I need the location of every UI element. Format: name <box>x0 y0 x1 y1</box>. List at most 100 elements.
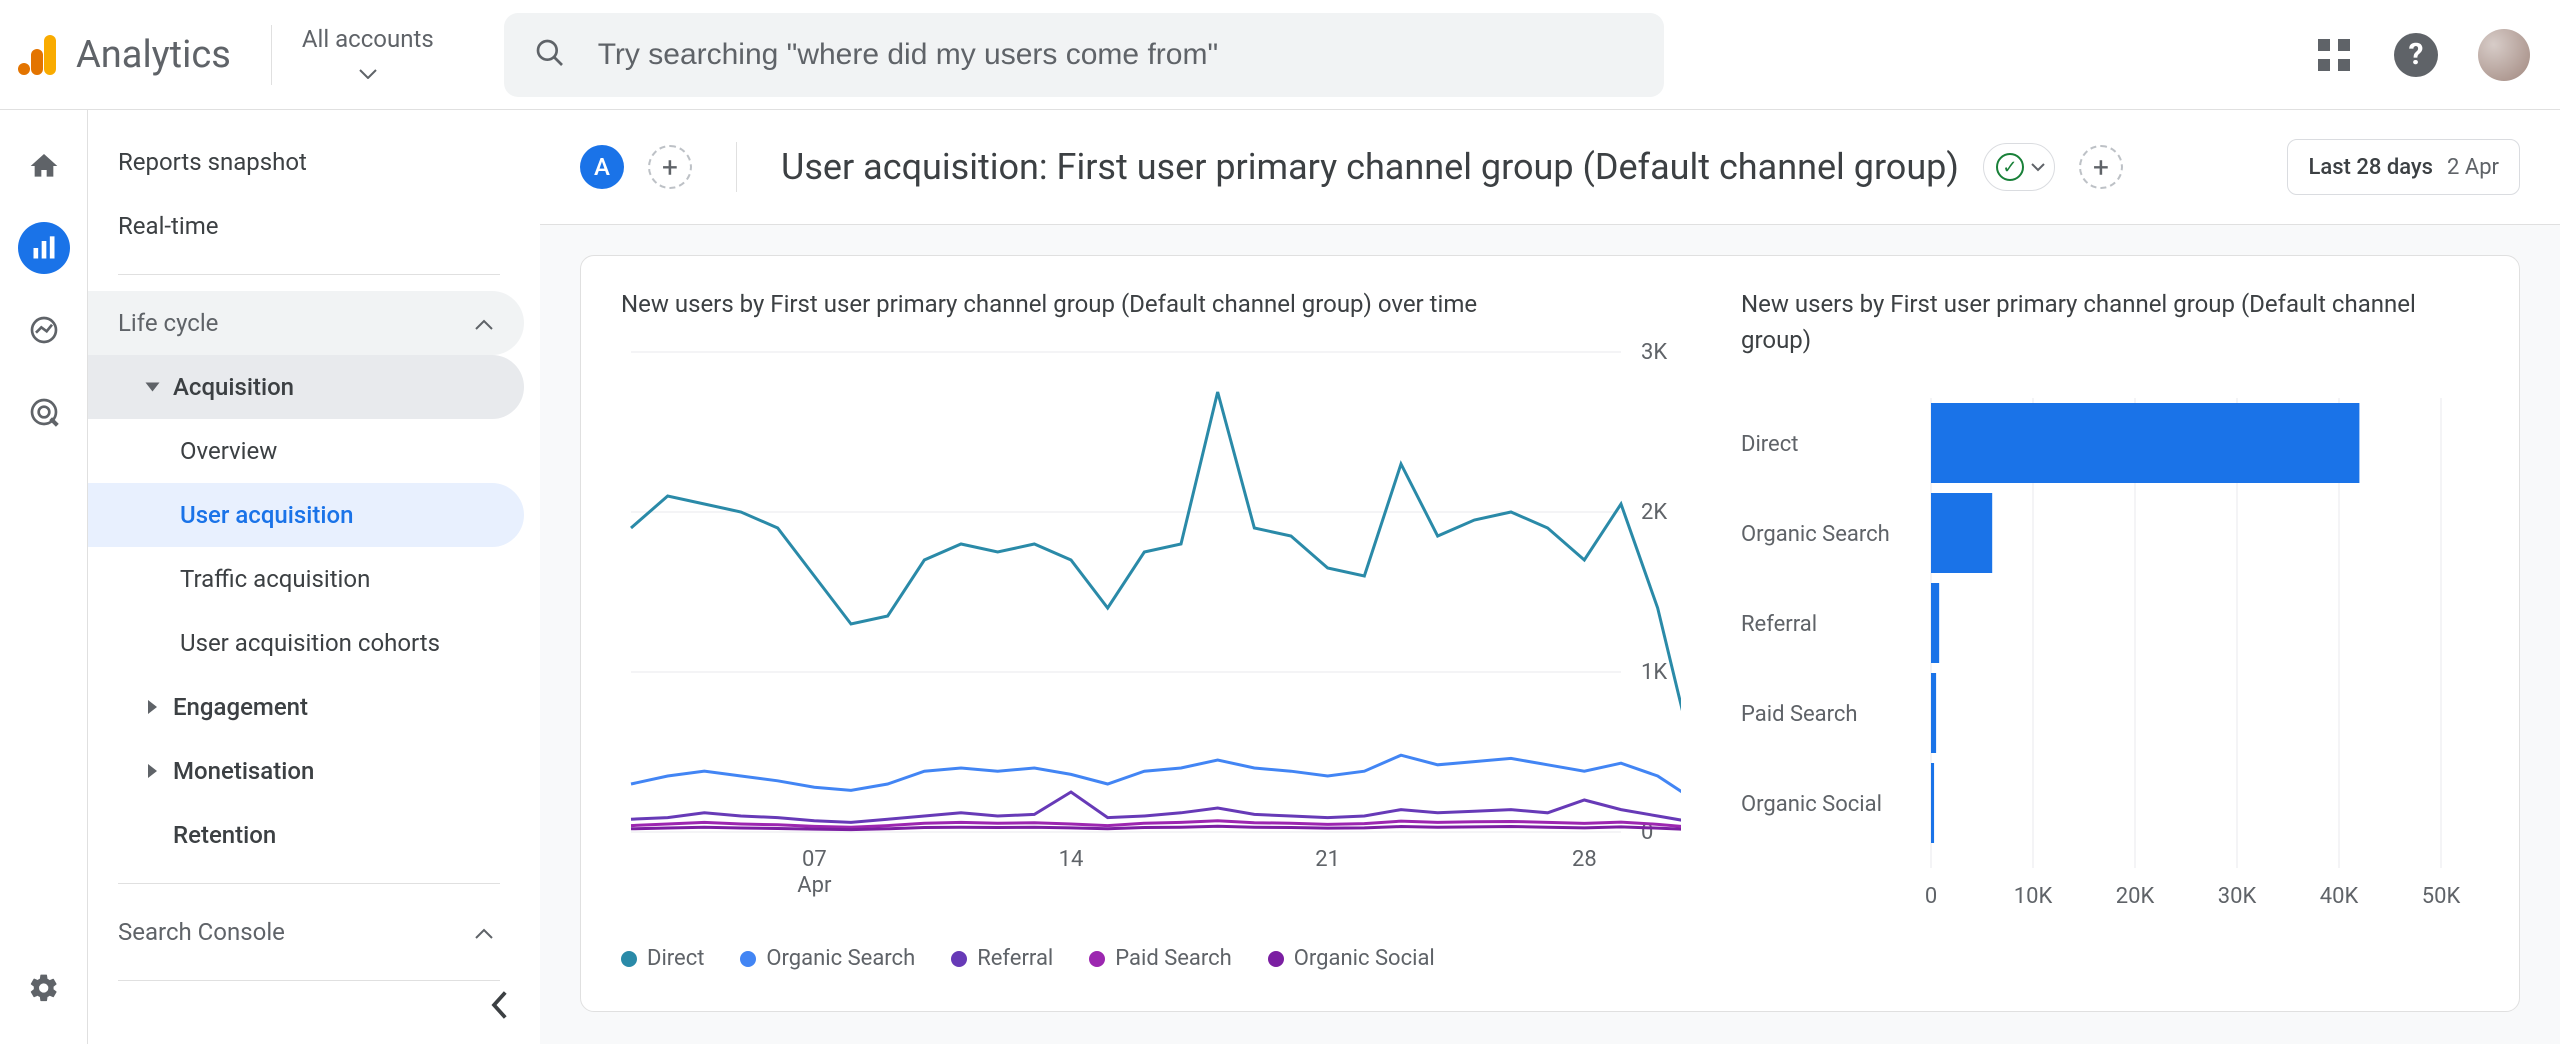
triangle-right-icon <box>148 764 157 778</box>
triangle-down-icon <box>146 383 160 392</box>
date-range-picker[interactable]: Last 28 days 2 Apr <box>2287 139 2520 195</box>
triangle-right-icon <box>148 700 157 714</box>
nav-user-acq-cohorts[interactable]: User acquisition cohorts <box>88 611 524 675</box>
legend-label: Direct <box>647 946 704 971</box>
bar-chart-title: New users by First user primary channel … <box>1741 286 2479 358</box>
rail-reports-icon[interactable] <box>18 222 70 274</box>
svg-text:10K: 10K <box>2014 884 2053 909</box>
search-bar[interactable] <box>504 13 1664 97</box>
legend-item[interactable]: Organic Social <box>1268 946 1435 971</box>
nav-label: Acquisition <box>173 373 294 401</box>
segment-avatar[interactable]: A <box>580 145 624 189</box>
svg-text:07: 07 <box>802 847 827 872</box>
legend-dot-icon <box>621 951 637 967</box>
line-chart-legend: Direct Organic Search Referral Paid Search O… <box>621 946 1681 971</box>
date-range: 2 Apr <box>2447 155 2499 180</box>
help-icon[interactable]: ? <box>2394 33 2438 77</box>
chart-card: New users by First user primary channel … <box>580 255 2520 1012</box>
caret-down-icon <box>2030 162 2046 172</box>
collapse-nav-icon[interactable] <box>488 990 510 1024</box>
svg-text:Organic Social: Organic Social <box>1741 792 1882 817</box>
legend-item[interactable]: Direct <box>621 946 704 971</box>
svg-text:14: 14 <box>1059 847 1084 872</box>
svg-text:20K: 20K <box>2116 884 2155 909</box>
divider <box>118 883 500 884</box>
account-switcher-label: All accounts <box>302 25 434 53</box>
nav-label: Monetisation <box>173 757 314 785</box>
bar-chart: 010K20K30K40K50KDirectOrganic SearchRefe… <box>1741 378 2479 962</box>
nav-user-acquisition[interactable]: User acquisition <box>88 483 524 547</box>
account-switcher[interactable]: All accounts <box>271 25 434 85</box>
legend-item[interactable]: Referral <box>951 946 1053 971</box>
legend-dot-icon <box>951 951 967 967</box>
nav-engagement[interactable]: Engagement <box>88 675 524 739</box>
content-header: A + User acquisition: First user primary… <box>540 110 2560 225</box>
date-label: Last 28 days <box>2308 155 2433 180</box>
legend-dot-icon <box>740 951 756 967</box>
nav-section-life-cycle[interactable]: Life cycle <box>88 291 524 355</box>
line-chart-title: New users by First user primary channel … <box>621 286 1681 322</box>
svg-text:40K: 40K <box>2320 884 2359 909</box>
nav-monetisation[interactable]: Monetisation <box>88 739 524 803</box>
rail-explore-icon[interactable] <box>18 304 70 356</box>
svg-text:Organic Search: Organic Search <box>1741 522 1890 547</box>
legend-dot-icon <box>1089 951 1105 967</box>
svg-text:Paid Search: Paid Search <box>1741 702 1858 727</box>
legend-item[interactable]: Organic Search <box>740 946 915 971</box>
separator <box>736 142 737 192</box>
svg-text:2K: 2K <box>1641 500 1667 525</box>
nav-section-search-console[interactable]: Search Console <box>88 900 524 964</box>
user-avatar[interactable] <box>2478 29 2530 81</box>
divider <box>118 274 500 275</box>
page-title: User acquisition: First user primary cha… <box>781 146 1959 188</box>
divider <box>118 980 500 981</box>
svg-text:3K: 3K <box>1641 342 1667 365</box>
svg-text:28: 28 <box>1572 847 1597 872</box>
nav-reports-snapshot[interactable]: Reports snapshot <box>88 130 524 194</box>
report-status-pill[interactable]: ✓ <box>1983 143 2055 191</box>
apps-grid-icon[interactable] <box>2314 35 2354 75</box>
nav-section-label: Search Console <box>118 918 285 946</box>
caret-down-icon <box>359 57 377 85</box>
svg-text:Apr: Apr <box>797 873 832 898</box>
line-chart-block: New users by First user primary channel … <box>621 286 1681 971</box>
legend-label: Paid Search <box>1115 946 1232 971</box>
svg-text:30K: 30K <box>2218 884 2257 909</box>
svg-text:50K: 50K <box>2422 884 2461 909</box>
legend-dot-icon <box>1268 951 1284 967</box>
rail-advertising-icon[interactable] <box>18 386 70 438</box>
nav-label: Engagement <box>173 693 308 721</box>
legend-label: Referral <box>977 946 1053 971</box>
search-input[interactable] <box>596 37 1634 73</box>
add-comparison-button[interactable]: + <box>2079 145 2123 189</box>
chevron-up-icon <box>474 918 494 946</box>
svg-text:1K: 1K <box>1641 660 1667 685</box>
brand: Analytics <box>18 33 231 77</box>
rail-settings-icon[interactable] <box>18 962 70 1014</box>
nav-label: Retention <box>173 821 276 849</box>
svg-text:Referral: Referral <box>1741 612 1817 637</box>
legend-item[interactable]: Paid Search <box>1089 946 1232 971</box>
nav-retention[interactable]: Retention <box>88 803 524 867</box>
header-icons: ? <box>2314 29 2530 81</box>
svg-text:Direct: Direct <box>1741 432 1798 457</box>
nav-acquisition[interactable]: Acquisition <box>88 355 524 419</box>
legend-label: Organic Social <box>1294 946 1435 971</box>
add-segment-button[interactable]: + <box>648 145 692 189</box>
nav-section-label: Life cycle <box>118 309 218 337</box>
check-circle-icon: ✓ <box>1996 153 2024 181</box>
nav-traffic-acquisition[interactable]: Traffic acquisition <box>88 547 524 611</box>
rail-home-icon[interactable] <box>18 140 70 192</box>
content-area: A + User acquisition: First user primary… <box>540 110 2560 1044</box>
nav-overview[interactable]: Overview <box>88 419 524 483</box>
top-header: Analytics All accounts ? <box>0 0 2560 110</box>
line-chart: 01K2K3K07142128Apr <box>621 342 1681 916</box>
left-rail <box>0 110 88 1044</box>
analytics-logo-icon <box>18 33 58 77</box>
nav-realtime[interactable]: Real-time <box>88 194 524 258</box>
nav-panel: Reports snapshot Real-time Life cycle Ac… <box>88 110 540 1044</box>
svg-text:21: 21 <box>1315 847 1340 872</box>
bar-chart-block: New users by First user primary channel … <box>1741 286 2479 971</box>
legend-label: Organic Search <box>766 946 915 971</box>
brand-name: Analytics <box>76 33 231 77</box>
